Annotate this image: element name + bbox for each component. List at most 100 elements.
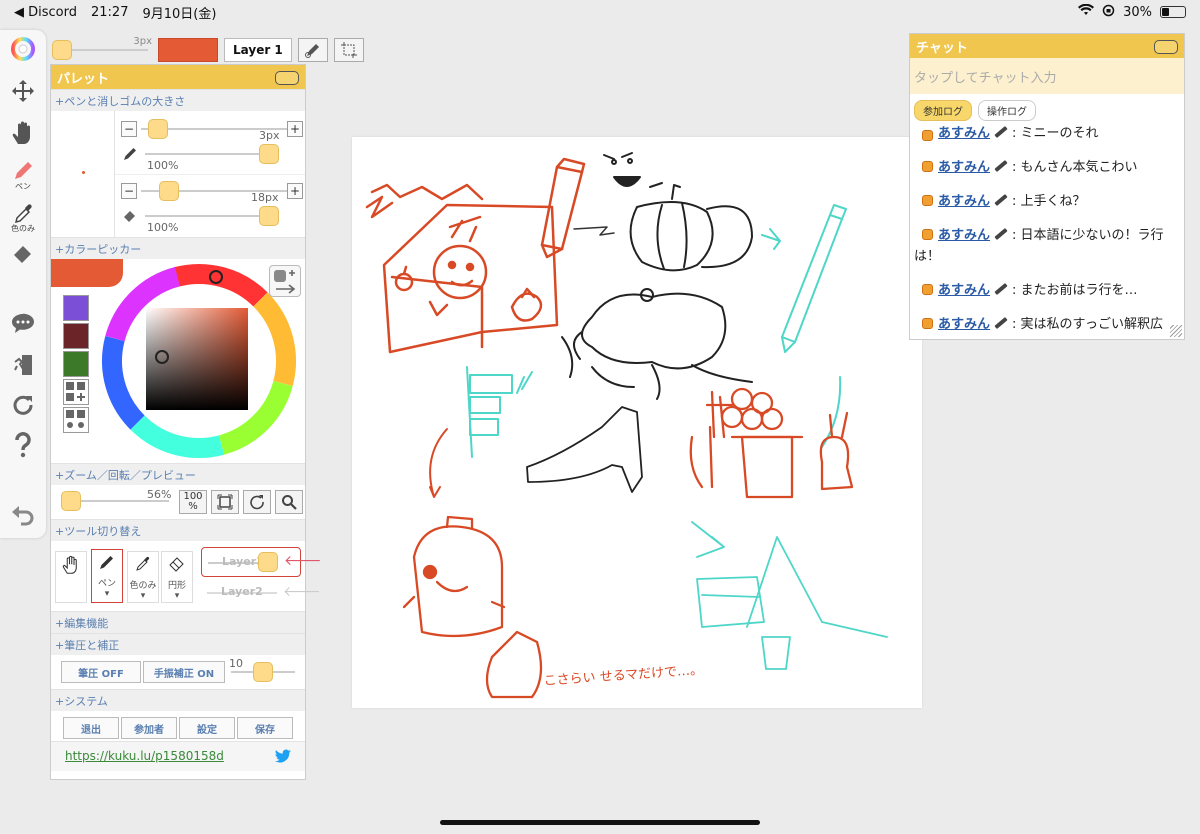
wifi-icon (1078, 3, 1095, 20)
user-avatar-icon (922, 130, 933, 141)
pen-size-label: 3px (259, 129, 280, 142)
chat-panel: チャット タップしてチャット入力 参加ログ 操作ログ あすみん: ミニーのそれ … (909, 33, 1185, 340)
fit-screen-icon[interactable] (211, 490, 239, 514)
user-avatar-icon (922, 195, 933, 206)
undo-icon[interactable] (6, 498, 40, 532)
status-bar: ◀ Discord 21:27 9月10日(金) 30% (0, 0, 1200, 24)
message-user[interactable]: あすみん (938, 317, 990, 332)
save-button[interactable]: 保存 (237, 717, 293, 739)
eraser-size-minus-button[interactable]: − (121, 183, 137, 199)
pressure-off-button[interactable]: 筆圧 OFF (61, 661, 141, 683)
stabilizer-on-button[interactable]: 手振補正 ON (143, 661, 225, 683)
chat-message: あすみん: もんさん本気こわい (910, 154, 1184, 188)
swatch-green[interactable] (63, 351, 89, 377)
tab-operation-log[interactable]: 操作ログ (978, 100, 1036, 121)
back-to-app-link[interactable]: ◀ Discord (14, 5, 77, 20)
section-edit[interactable]: +編集機能 (51, 611, 305, 633)
exit-door-icon[interactable] (6, 348, 40, 382)
layer1-opacity-slider[interactable] (258, 552, 278, 572)
stabilizer-slider[interactable] (253, 662, 273, 682)
tool-pen[interactable]: ペン ▾ (91, 549, 123, 603)
drawing-canvas[interactable]: こさらい せるマだけで…。 (352, 137, 922, 708)
drawing-shoe (526, 406, 643, 493)
tool-pen-label: ペン (97, 579, 116, 589)
color-history-icon[interactable] (269, 265, 301, 297)
pen-size-minus-button[interactable]: − (121, 121, 137, 137)
color-wheel-icon[interactable] (6, 32, 40, 66)
message-user[interactable]: あすみん (938, 160, 990, 175)
pen-size-plus-button[interactable]: + (287, 121, 303, 137)
tool-circle-eraser[interactable]: 円形 ▾ (161, 551, 193, 603)
layer2-row[interactable]: Layer2 🡐 (201, 581, 321, 605)
pen-opacity-label: 100% (147, 159, 179, 172)
eraser-size-plus-button[interactable]: + (287, 183, 303, 199)
tab-join-log[interactable]: 参加ログ (914, 100, 972, 121)
color-wheel[interactable] (101, 263, 297, 459)
eraser-opacity-slider[interactable] (259, 206, 279, 226)
chat-title: チャット (916, 40, 968, 56)
swatch-purple[interactable] (63, 295, 89, 321)
participants-button[interactable]: 参加者 (121, 717, 177, 739)
message-user[interactable]: あすみん (938, 126, 990, 141)
quick-pen-size-slider[interactable]: 3px (52, 36, 152, 62)
preview-magnifier-icon[interactable] (275, 490, 303, 514)
layer-select-button[interactable]: Layer 1 (224, 38, 292, 62)
section-pressure[interactable]: +筆圧と補正 (51, 633, 305, 655)
eraser-size-slider[interactable] (159, 181, 179, 201)
palette-header: パレット (51, 65, 305, 89)
message-user[interactable]: あすみん (938, 283, 990, 298)
settings-button[interactable]: 設定 (179, 717, 235, 739)
chat-collapse-button[interactable] (1154, 40, 1178, 54)
exit-button[interactable]: 退出 (63, 717, 119, 739)
tool-grid: ペン ▾ 色のみ ▾ 円形 ▾ (55, 549, 193, 603)
message-user[interactable]: あすみん (938, 228, 990, 243)
battery-icon (1160, 6, 1186, 18)
drawing-arrow-2 (429, 428, 448, 498)
current-color-swatch[interactable] (158, 38, 218, 62)
home-indicator[interactable] (440, 820, 760, 825)
canvas-caption: こさらい せるマだけで…。 (543, 663, 703, 689)
section-system[interactable]: +システム (51, 689, 305, 711)
section-color-picker[interactable]: +カラーピッカー (51, 237, 305, 259)
add-swatch-icon[interactable] (63, 379, 89, 405)
message-user[interactable]: あすみん (938, 194, 990, 209)
pen-size-slider[interactable] (148, 119, 168, 139)
move-icon[interactable] (6, 74, 40, 108)
pen-opacity-slider[interactable] (259, 144, 279, 164)
chat-input[interactable]: タップしてチャット入力 (910, 58, 1184, 94)
twitter-icon[interactable] (275, 749, 291, 766)
quick-pen-size-label: 3px (133, 36, 152, 47)
zoom-slider[interactable] (61, 491, 81, 511)
orientation-lock-icon (1102, 4, 1115, 21)
drawing-flag (466, 366, 513, 458)
chat-icon[interactable] (6, 306, 40, 340)
rotate-icon[interactable] (243, 490, 271, 514)
section-zoom[interactable]: +ズーム／回転／プレビュー (51, 463, 305, 485)
pen-settings-icon[interactable] (297, 38, 328, 62)
pressure-controls: 筆圧 OFF 手振補正 ON 10 (51, 655, 305, 689)
help-icon[interactable] (6, 428, 40, 462)
circle-eraser-icon (168, 555, 186, 578)
section-pen-eraser-size[interactable]: +ペンと消しゴムの大きさ (51, 89, 305, 111)
layer1-row[interactable]: Layer1 🡐 (201, 547, 322, 577)
crop-selection-icon[interactable] (333, 38, 364, 62)
slider-knob[interactable] (52, 40, 72, 60)
tool-eyedropper[interactable]: 色のみ ▾ (127, 551, 159, 603)
palette-collapse-button[interactable] (275, 71, 299, 85)
chat-message: あすみん: またお前はラ行を… (910, 277, 1184, 311)
zoom-controls: 56% 100 % (51, 485, 305, 519)
chat-resize-handle[interactable] (1170, 325, 1182, 337)
swatch-dark-red[interactable] (63, 323, 89, 349)
tool-hand[interactable] (55, 551, 87, 603)
eyedropper-icon[interactable]: 色のみ (6, 200, 40, 234)
pen-tool-icon[interactable]: ペン (6, 158, 40, 192)
room-link[interactable]: https://kuku.lu/p1580158d (65, 749, 224, 763)
remove-swatch-icon[interactable] (63, 407, 89, 433)
eraser-icon[interactable] (6, 236, 40, 270)
hand-icon[interactable] (6, 116, 40, 150)
refresh-icon[interactable] (6, 388, 40, 422)
zoom-100-button[interactable]: 100 % (179, 490, 207, 514)
brush-preview (51, 111, 115, 237)
section-tool-switch[interactable]: +ツール切り替え (51, 519, 305, 541)
eyedropper-tool-icon (134, 555, 152, 578)
